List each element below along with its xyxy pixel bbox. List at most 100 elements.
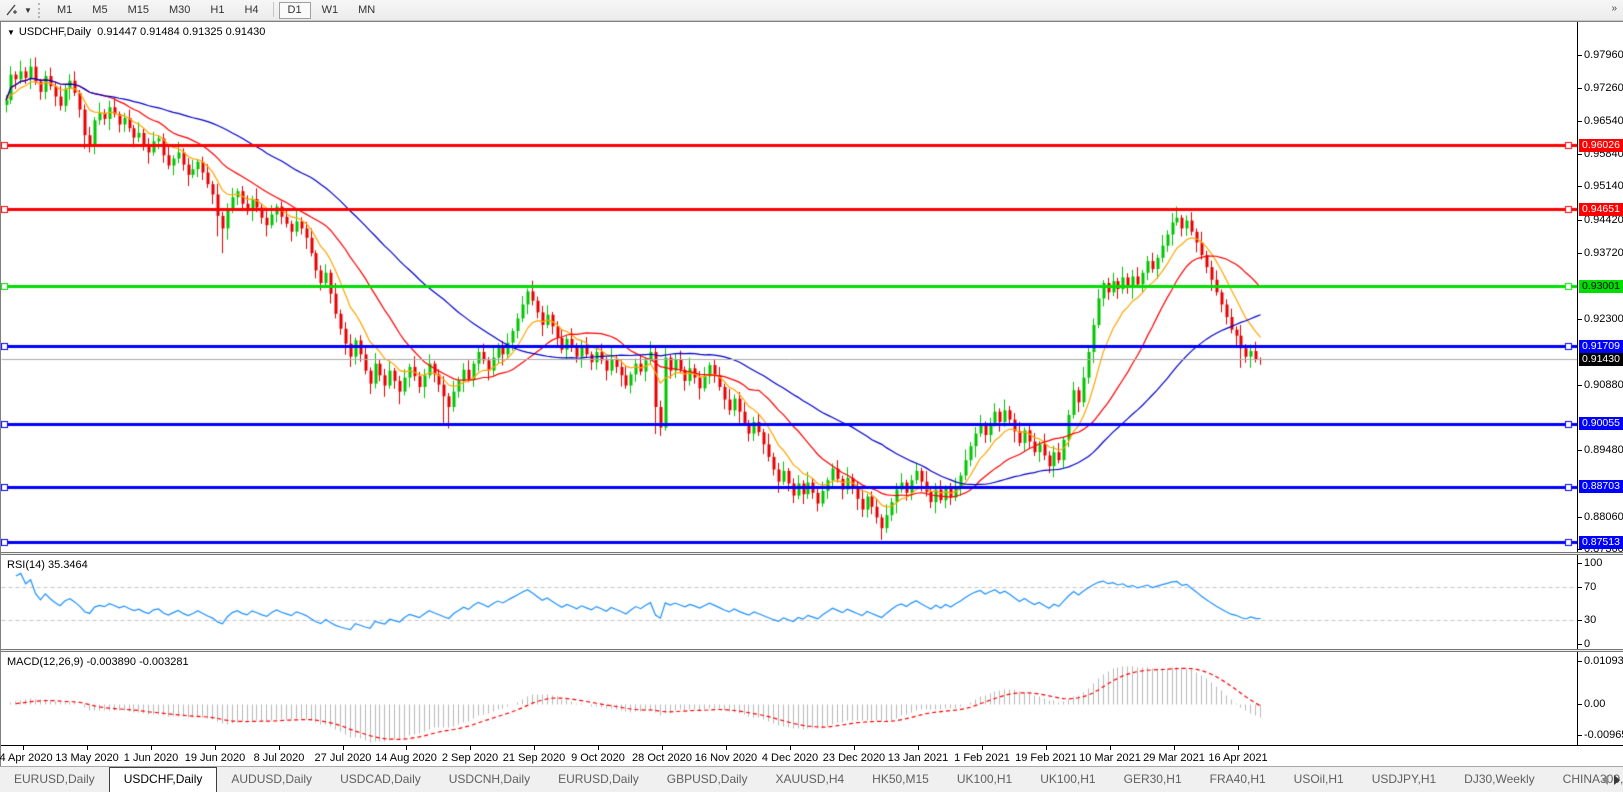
- macd-axis-label: 0.010933: [1584, 655, 1623, 667]
- hline-price-badge: 0.88703: [1579, 480, 1623, 493]
- crosshair-icon[interactable]: [2, 2, 22, 19]
- hline-price-badge: 0.87513: [1579, 536, 1623, 549]
- chart-title: ▼ USDCHF,Daily 0.91447 0.91484 0.91325 0.…: [7, 26, 265, 38]
- price-axis-tick: [1578, 549, 1582, 550]
- date-axis-tick: [534, 746, 535, 750]
- chart-tab-USDCAD-Daily[interactable]: USDCAD,Daily: [326, 767, 435, 792]
- macd-axis[interactable]: 0.010933 0.00 -0.009653: [1578, 652, 1623, 745]
- chart-tab-DJ30-Weekly[interactable]: DJ30,Weekly: [1450, 767, 1548, 792]
- timeframe-button-M5[interactable]: M5: [83, 2, 116, 19]
- tab-scroll-right-icon[interactable]: [1614, 775, 1620, 785]
- rsi-axis-tick: [1578, 644, 1582, 645]
- timeframe-button-D1[interactable]: D1: [279, 2, 311, 19]
- price-axis-tick: [1578, 450, 1582, 451]
- macd-label: MACD(12,26,9) -0.003890 -0.003281: [7, 656, 189, 668]
- timeframe-button-W1[interactable]: W1: [313, 2, 348, 19]
- chart-tab-AUDUSD-Daily[interactable]: AUDUSD,Daily: [217, 767, 326, 792]
- chart-symbol-period: USDCHF,Daily: [19, 26, 91, 38]
- macd-axis-tick: [1578, 661, 1582, 662]
- date-axis-tick: [982, 746, 983, 750]
- timeframe-button-MN[interactable]: MN: [349, 2, 384, 19]
- chart-tab-UK100-H1[interactable]: UK100,H1: [1026, 767, 1109, 792]
- date-axis-tick: [279, 746, 280, 750]
- price-axis-tick: [1578, 319, 1582, 320]
- price-axis-label: 0.93720: [1584, 247, 1623, 259]
- chart-ohlc-values: 0.91447 0.91484 0.91325 0.91430: [97, 26, 265, 38]
- date-axis-tick: [151, 746, 152, 750]
- chart-window: ▼ USDCHF,Daily 0.91447 0.91484 0.91325 0.…: [0, 21, 1623, 766]
- price-axis-tick: [1578, 154, 1582, 155]
- date-axis-tick: [726, 746, 727, 750]
- date-axis-tick: [662, 746, 663, 750]
- rsi-axis-label: 70: [1584, 581, 1596, 593]
- date-axis-tick: [1046, 746, 1047, 750]
- chart-tab-GER30-H1[interactable]: GER30,H1: [1110, 767, 1196, 792]
- tab-scroll-arrows: [1602, 767, 1620, 792]
- chart-tab-USDCHF-Daily[interactable]: USDCHF,Daily: [109, 767, 218, 792]
- date-axis-tick: [790, 746, 791, 750]
- price-axis-label: 0.97260: [1584, 82, 1623, 94]
- price-axis-label: 0.92300: [1584, 313, 1623, 325]
- date-axis-tick: [470, 746, 471, 750]
- chart-tab-EURUSD-Daily[interactable]: EURUSD,Daily: [544, 767, 653, 792]
- price-axis[interactable]: 0.979600.972600.965400.958400.951400.944…: [1578, 22, 1623, 552]
- tab-scroll-left-icon[interactable]: [1602, 775, 1608, 785]
- chart-tab-GBPUSD-Daily[interactable]: GBPUSD,Daily: [653, 767, 762, 792]
- price-axis-label: 0.97960: [1584, 49, 1623, 61]
- macd-axis-tick: [1578, 704, 1582, 705]
- chart-tab-EURUSD-Daily[interactable]: EURUSD,Daily: [0, 767, 109, 792]
- current-price-badge: 0.91430: [1579, 353, 1623, 366]
- date-axis-tick: [215, 746, 216, 750]
- price-axis-tick: [1578, 88, 1582, 89]
- toolbar-separator: [273, 2, 274, 17]
- rsi-axis-tick: [1578, 620, 1582, 621]
- price-axis-label: 0.95140: [1584, 180, 1623, 192]
- date-axis[interactable]: 24 Apr 202013 May 20201 Jun 202019 Jun 2…: [1, 745, 1623, 767]
- macd-axis-label: 0.00: [1584, 698, 1605, 710]
- price-chart-panel: ▼ USDCHF,Daily 0.91447 0.91484 0.91325 0.…: [1, 22, 1623, 552]
- candlestick-chart[interactable]: [1, 22, 1577, 552]
- trading-platform-window: ▼ M1M5M15M30H1H4 D1W1MN » ▼ USDCHF,Daily 0…: [0, 0, 1623, 792]
- price-axis-tick: [1578, 220, 1582, 221]
- chevron-down-icon[interactable]: ▼: [22, 6, 34, 15]
- price-axis-label: 0.88060: [1584, 511, 1623, 523]
- rsi-axis-label: 30: [1584, 614, 1596, 626]
- macd-chart[interactable]: [1, 652, 1577, 745]
- macd-indicator-panel: MACD(12,26,9) -0.003890 -0.003281 0.0109…: [1, 652, 1623, 745]
- date-axis-tick: [1174, 746, 1175, 750]
- rsi-chart[interactable]: [1, 555, 1577, 649]
- timeframe-button-M30[interactable]: M30: [160, 2, 199, 19]
- price-axis-tick: [1578, 253, 1582, 254]
- chart-tab-USDJPY-H1[interactable]: USDJPY,H1: [1358, 767, 1450, 792]
- toolbar-grip[interactable]: [38, 3, 43, 18]
- rsi-indicator-panel: RSI(14) 35.3464 10070300: [1, 555, 1623, 649]
- date-axis-tick: [1110, 746, 1111, 750]
- timeframe-button-H4[interactable]: H4: [235, 2, 267, 19]
- date-axis-tick: [406, 746, 407, 750]
- macd-axis-tick: [1578, 735, 1582, 736]
- timeframe-button-M15[interactable]: M15: [119, 2, 158, 19]
- price-axis-tick: [1578, 517, 1582, 518]
- chart-tab-XAUUSD-H4[interactable]: XAUUSD,H4: [761, 767, 858, 792]
- chart-tab-HK50-M15[interactable]: HK50,M15: [858, 767, 943, 792]
- chart-menu-icon[interactable]: ▼: [7, 28, 15, 37]
- rsi-axis[interactable]: 10070300: [1578, 555, 1623, 649]
- chart-tab-FRA40-H1[interactable]: FRA40,H1: [1196, 767, 1280, 792]
- rsi-label: RSI(14) 35.3464: [7, 559, 88, 571]
- price-axis-tick: [1578, 186, 1582, 187]
- macd-axis-label: -0.009653: [1584, 729, 1623, 741]
- price-axis-tick: [1578, 55, 1582, 56]
- date-axis-tick: [854, 746, 855, 750]
- chart-tab-USDCNH-Daily[interactable]: USDCNH,Daily: [435, 767, 544, 792]
- chart-tab-UK100-H1[interactable]: UK100,H1: [943, 767, 1026, 792]
- date-axis-tick: [1238, 746, 1239, 750]
- hline-price-badge: 0.96026: [1579, 139, 1623, 152]
- toolbar-overflow-icon[interactable]: »: [1611, 3, 1617, 14]
- timeframe-button-H1[interactable]: H1: [201, 2, 233, 19]
- timeframe-button-M1[interactable]: M1: [48, 2, 81, 19]
- hline-price-badge: 0.94651: [1579, 203, 1623, 216]
- price-axis-label: 0.89480: [1584, 444, 1623, 456]
- price-axis-label: 0.96540: [1584, 115, 1623, 127]
- date-axis-tick: [23, 746, 24, 750]
- chart-tab-USOil-H1[interactable]: USOil,H1: [1280, 767, 1358, 792]
